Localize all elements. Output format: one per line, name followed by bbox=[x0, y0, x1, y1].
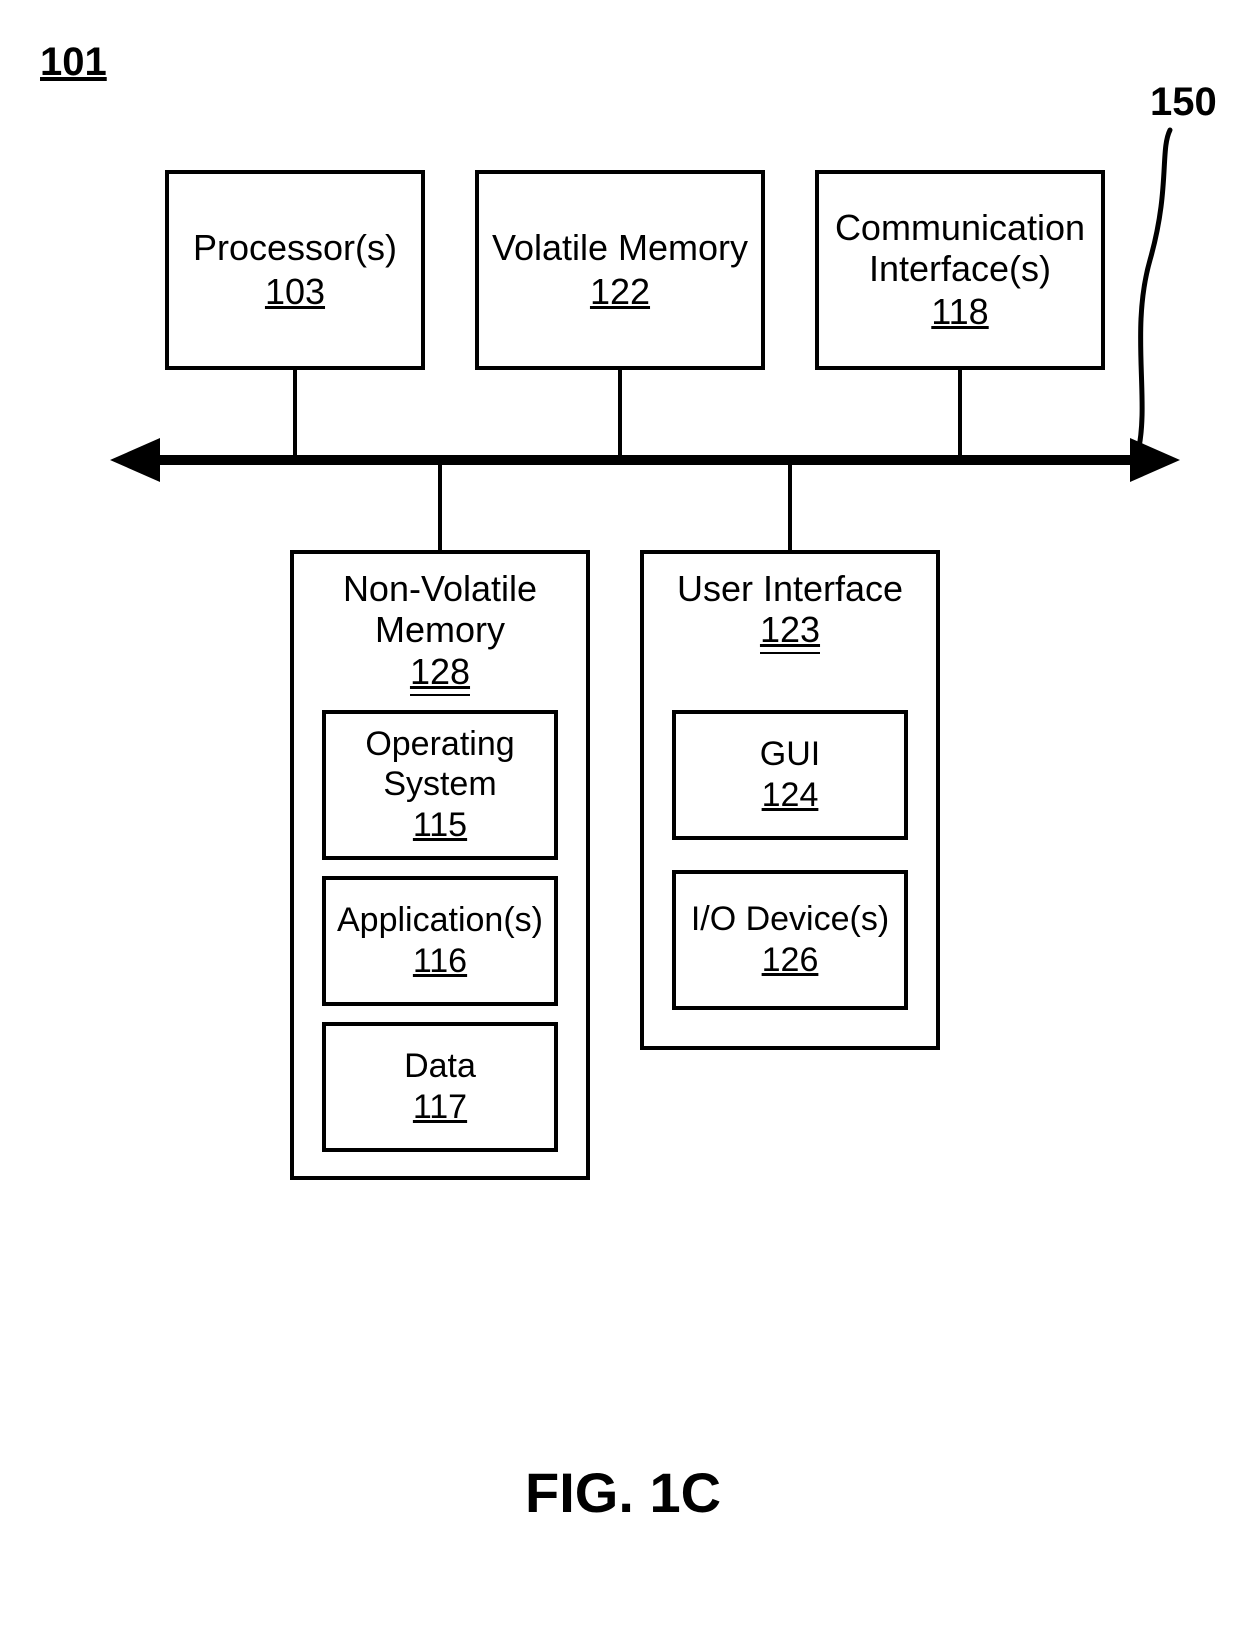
userinterface-bus-connector bbox=[788, 460, 792, 550]
communication-bus-connector bbox=[958, 370, 962, 460]
volatile-bus-connector bbox=[618, 370, 622, 460]
volatile-memory-ref: 122 bbox=[590, 271, 650, 313]
volatile-memory-label: Volatile Memory bbox=[492, 227, 748, 268]
volatile-memory-box: Volatile Memory 122 bbox=[475, 170, 765, 370]
nonvolatile-bus-connector bbox=[438, 460, 442, 550]
io-devices-ref: 126 bbox=[762, 941, 819, 980]
io-devices-label: I/O Device(s) bbox=[691, 900, 889, 939]
operating-system-label: Operating System bbox=[326, 725, 554, 803]
operating-system-box: Operating System 115 bbox=[322, 710, 558, 860]
processor-label: Processor(s) bbox=[193, 227, 397, 268]
applications-box: Application(s) 116 bbox=[322, 876, 558, 1006]
figure-label: FIG. 1C bbox=[525, 1460, 721, 1525]
processor-box: Processor(s) 103 bbox=[165, 170, 425, 370]
gui-ref: 124 bbox=[762, 776, 819, 815]
data-ref: 117 bbox=[413, 1088, 467, 1127]
gui-box: GUI 124 bbox=[672, 710, 908, 840]
io-devices-box: I/O Device(s) 126 bbox=[672, 870, 908, 1010]
nonvolatile-ref: 128 bbox=[410, 651, 470, 696]
diagram-canvas: 101 150 Processor(s) 103 Volatile Memory… bbox=[0, 0, 1240, 1629]
system-reference-number: 101 bbox=[40, 40, 107, 85]
processor-ref: 103 bbox=[265, 271, 325, 313]
applications-ref: 116 bbox=[413, 942, 467, 981]
user-interface-box: User Interface 123 GUI 124 I/O Device(s)… bbox=[640, 550, 940, 1050]
communication-interface-ref: 118 bbox=[931, 291, 988, 333]
user-interface-title: User Interface bbox=[677, 568, 903, 609]
communication-interface-box: Communication Interface(s) 118 bbox=[815, 170, 1105, 370]
bus-reference-number: 150 bbox=[1150, 80, 1217, 125]
operating-system-ref: 115 bbox=[413, 806, 467, 845]
data-box: Data 117 bbox=[322, 1022, 558, 1152]
nonvolatile-title: Non-Volatile Memory bbox=[294, 568, 586, 651]
data-label: Data bbox=[404, 1047, 476, 1086]
user-interface-ref: 123 bbox=[760, 609, 820, 654]
applications-label: Application(s) bbox=[337, 901, 543, 940]
communication-interface-label: Communication Interface(s) bbox=[819, 207, 1101, 290]
gui-label: GUI bbox=[760, 735, 820, 774]
processor-bus-connector bbox=[293, 370, 297, 460]
nonvolatile-memory-box: Non-Volatile Memory 128 Operating System… bbox=[290, 550, 590, 1180]
